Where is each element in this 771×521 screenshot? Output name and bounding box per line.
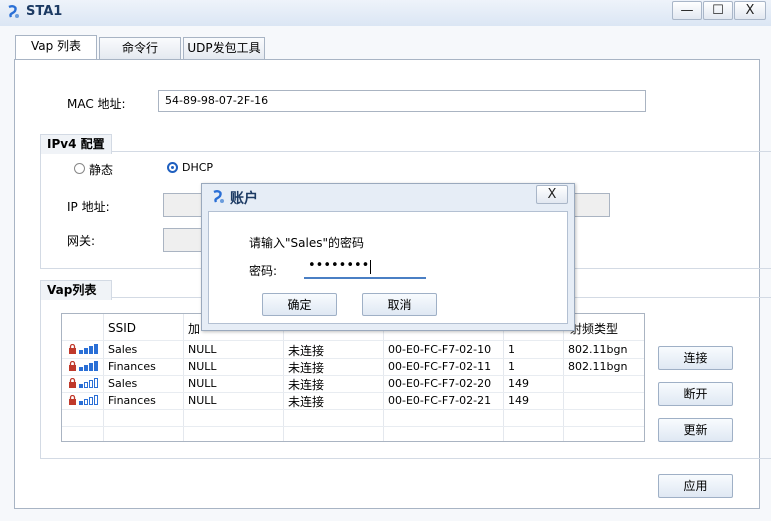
col-encryption: 加 bbox=[188, 322, 201, 336]
col-ssid: SSID bbox=[108, 321, 137, 335]
row-encryption: NULL bbox=[188, 377, 217, 390]
text-cursor bbox=[370, 260, 371, 274]
row-channel: 149 bbox=[508, 394, 529, 407]
row-encryption: NULL bbox=[188, 343, 217, 356]
network-app-icon bbox=[213, 190, 224, 203]
table-row[interactable]: Finances NULL 未连接 00-E0-FC-F7-02-21 149 bbox=[62, 392, 644, 409]
dhcp-label: DHCP bbox=[182, 161, 214, 174]
row-channel: 1 bbox=[508, 360, 515, 373]
lock-icon bbox=[69, 378, 76, 388]
row-ssid: Sales bbox=[108, 343, 138, 356]
row-mac: 00-E0-FC-F7-02-20 bbox=[388, 377, 492, 390]
row-status: 未连接 bbox=[288, 344, 325, 358]
row-status: 未连接 bbox=[288, 395, 325, 409]
gateway-label: 网关: bbox=[67, 234, 96, 248]
lock-icon bbox=[69, 344, 76, 354]
row-ssid: Finances bbox=[108, 360, 156, 373]
ip-label: IP 地址: bbox=[67, 200, 110, 214]
mac-value: 54-89-98-07-2F-16 bbox=[165, 94, 269, 107]
table-row[interactable]: Finances NULL 未连接 00-E0-FC-F7-02-11 1 80… bbox=[62, 358, 644, 375]
row-radio: 802.11bgn bbox=[568, 360, 628, 373]
mac-label: MAC 地址: bbox=[67, 97, 126, 111]
row-ssid: Sales bbox=[108, 377, 138, 390]
disconnect-button[interactable]: 断开 bbox=[658, 382, 733, 406]
row-encryption: NULL bbox=[188, 394, 217, 407]
signal-strength-icon bbox=[79, 361, 98, 371]
window-title: STA1 bbox=[26, 4, 63, 19]
account-dialog: 账户 X 请输入"Sales"的密码 密码: •••••••• 确定 取消 bbox=[201, 183, 575, 331]
row-mac: 00-E0-FC-F7-02-11 bbox=[388, 360, 492, 373]
dialog-title: 账户 bbox=[230, 191, 258, 207]
row-channel: 1 bbox=[508, 343, 515, 356]
dhcp-radio[interactable] bbox=[167, 162, 178, 173]
signal-strength-icon bbox=[79, 378, 98, 388]
refresh-button[interactable]: 更新 bbox=[658, 418, 733, 442]
vap-group-title: Vap列表 bbox=[40, 280, 112, 300]
lock-icon bbox=[69, 395, 76, 405]
col-radio-type: 射频类型 bbox=[570, 322, 619, 336]
password-value: •••••••• bbox=[308, 258, 370, 273]
row-mac: 00-E0-FC-F7-02-10 bbox=[388, 343, 492, 356]
vap-table: SSID 加 射频类型 Sales NULL 未连接 00-E0-FC-F7-0… bbox=[61, 313, 645, 442]
row-mac: 00-E0-FC-F7-02-21 bbox=[388, 394, 492, 407]
password-label: 密码: bbox=[249, 264, 278, 278]
row-ssid: Finances bbox=[108, 394, 156, 407]
row-channel: 149 bbox=[508, 377, 529, 390]
cancel-button[interactable]: 取消 bbox=[362, 293, 437, 316]
lock-icon bbox=[69, 361, 76, 371]
maximize-button[interactable]: ☐ bbox=[703, 1, 733, 20]
table-row[interactable]: Sales NULL 未连接 00-E0-FC-F7-02-10 1 802.1… bbox=[62, 341, 644, 358]
signal-strength-icon bbox=[79, 344, 98, 354]
ipv4-group-title: IPv4 配置 bbox=[40, 134, 112, 154]
row-status: 未连接 bbox=[288, 378, 325, 392]
minimize-button[interactable]: — bbox=[672, 1, 702, 20]
password-prompt: 请输入"Sales"的密码 bbox=[249, 236, 364, 250]
tab-vap-list[interactable]: Vap 列表 bbox=[15, 35, 97, 59]
title-bar: STA1 — ☐ X bbox=[0, 0, 771, 27]
row-encryption: NULL bbox=[188, 360, 217, 373]
apply-button[interactable]: 应用 bbox=[658, 474, 733, 498]
static-label: 静态 bbox=[89, 163, 114, 177]
row-status: 未连接 bbox=[288, 361, 325, 375]
static-radio[interactable] bbox=[74, 163, 85, 174]
row-radio: 802.11bgn bbox=[568, 343, 628, 356]
mac-field[interactable]: 54-89-98-07-2F-16 bbox=[158, 90, 646, 112]
dialog-content: 请输入"Sales"的密码 密码: •••••••• 确定 取消 bbox=[208, 211, 568, 324]
tab-command-line[interactable]: 命令行 bbox=[99, 37, 181, 59]
password-input[interactable]: •••••••• bbox=[304, 257, 426, 279]
ok-button[interactable]: 确定 bbox=[262, 293, 337, 316]
table-row[interactable]: Sales NULL 未连接 00-E0-FC-F7-02-20 149 bbox=[62, 375, 644, 392]
connect-button[interactable]: 连接 bbox=[658, 346, 733, 370]
signal-strength-icon bbox=[79, 395, 98, 405]
tab-udp-tool[interactable]: UDP发包工具 bbox=[183, 37, 265, 59]
close-button[interactable]: X bbox=[734, 1, 766, 20]
dialog-close-button[interactable]: X bbox=[536, 185, 568, 204]
network-app-icon bbox=[8, 5, 19, 18]
